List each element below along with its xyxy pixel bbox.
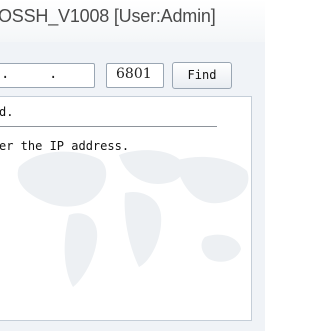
ip-separator: .	[49, 66, 58, 82]
log-line: er the IP address.	[0, 139, 130, 153]
panel-edge	[252, 96, 265, 321]
find-button[interactable]: Find	[172, 62, 232, 89]
title-bar: OSSH_V1008 [User:Admin]	[0, 0, 265, 42]
window-title: OSSH_V1008 [User:Admin]	[0, 6, 216, 26]
port-input[interactable]: 6801	[106, 63, 164, 88]
ip-address-input[interactable]: . .	[0, 63, 95, 88]
main-panel: . . 6801 Find d. er the IP address.	[0, 42, 265, 331]
log-line: d.	[0, 105, 14, 119]
ip-separator: .	[1, 66, 10, 82]
log-divider	[0, 126, 217, 127]
output-log: d. er the IP address.	[0, 96, 252, 321]
world-map-watermark	[17, 150, 249, 287]
